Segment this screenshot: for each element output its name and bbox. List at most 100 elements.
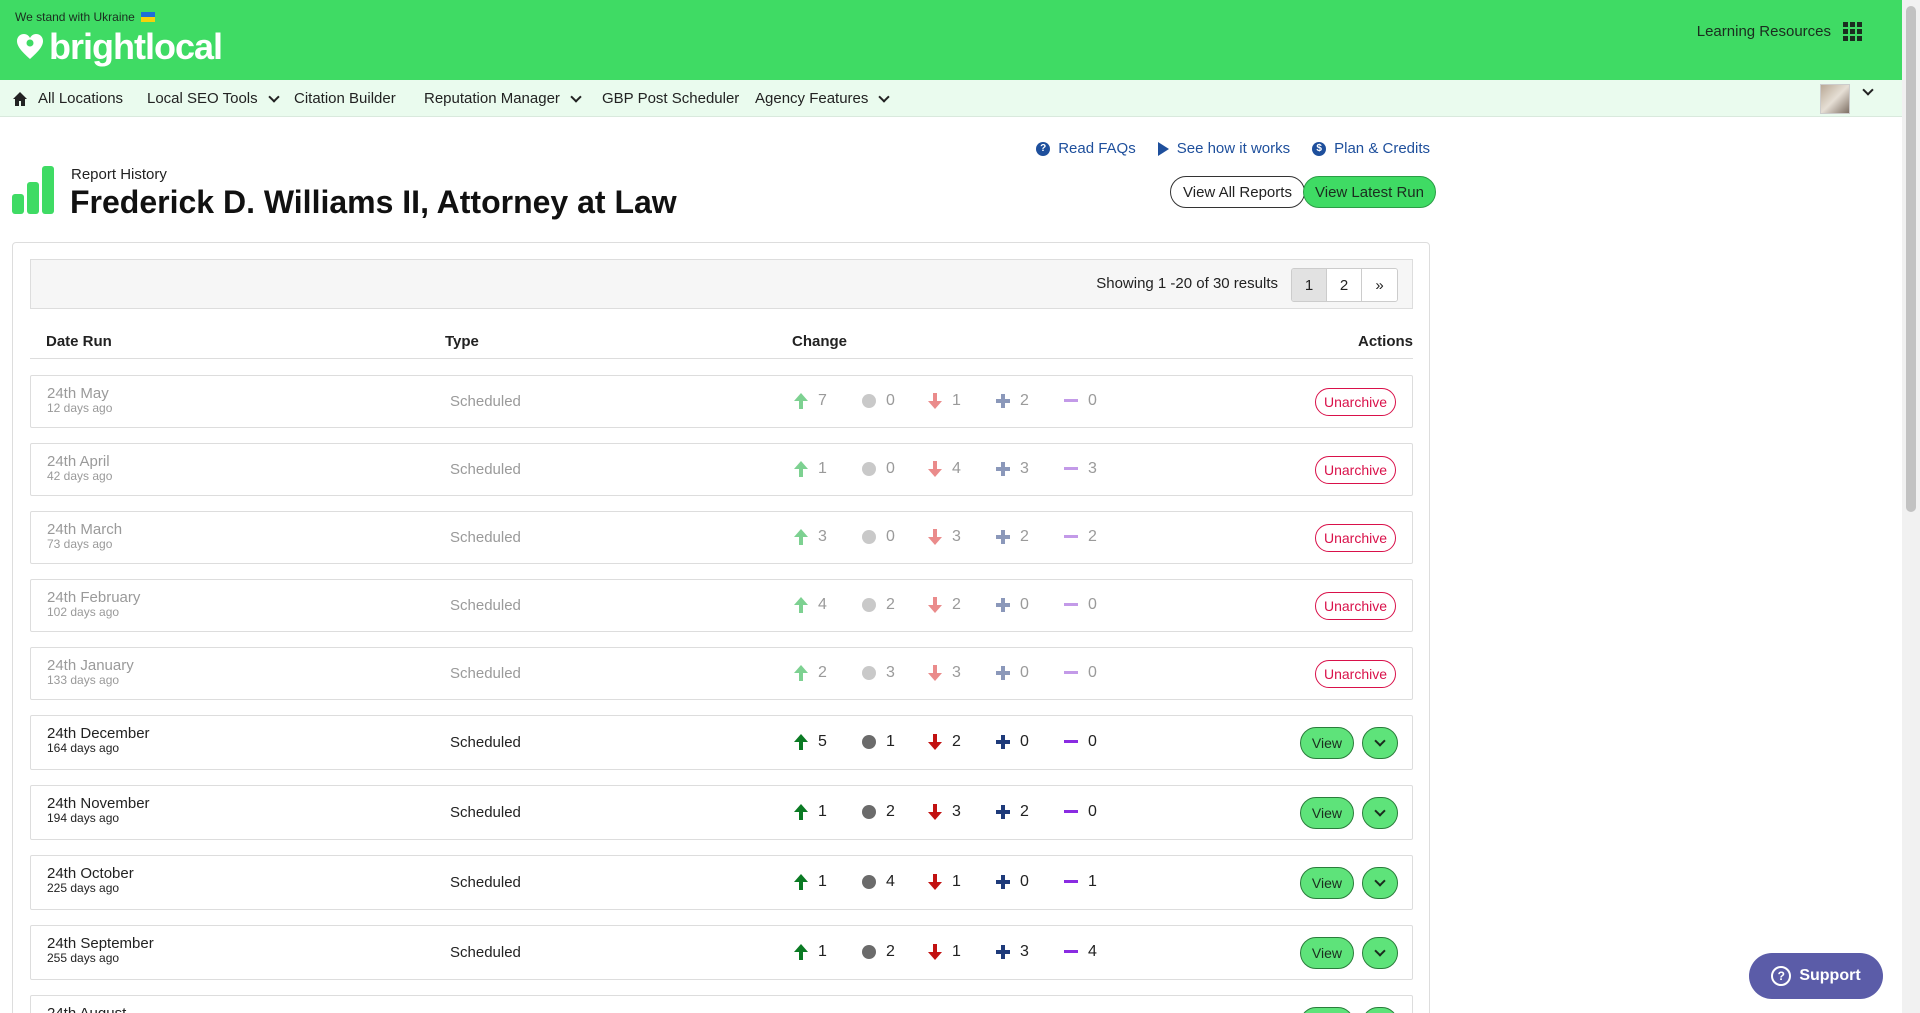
scrollbar[interactable] — [1902, 0, 1920, 1013]
change-same-value: 1 — [886, 733, 895, 750]
arrow-up-icon — [794, 804, 808, 820]
nav-label: Agency Features — [755, 90, 869, 107]
ukraine-banner[interactable]: We stand with Ukraine — [15, 10, 155, 24]
change-down: 2 — [928, 733, 961, 751]
read-faqs-link[interactable]: ? Read FAQs — [1036, 140, 1136, 157]
nav-all-locations[interactable]: All Locations — [12, 80, 123, 117]
change-up-value: 1 — [818, 943, 827, 960]
unarchive-button[interactable]: Unarchive — [1314, 524, 1396, 552]
view-all-reports-button[interactable]: View All Reports — [1170, 176, 1305, 208]
change-up: 2 — [794, 664, 827, 682]
change-same-value: 0 — [886, 528, 895, 545]
learning-resources-menu[interactable]: Learning Resources — [1697, 22, 1862, 41]
user-avatar[interactable] — [1820, 84, 1850, 114]
row-type: Scheduled — [450, 597, 521, 614]
view-latest-run-button[interactable]: View Latest Run — [1303, 176, 1436, 208]
row-ago: 12 days ago — [47, 401, 113, 415]
home-icon — [13, 91, 27, 106]
change-same-value: 3 — [886, 664, 895, 681]
pagination: 1 2 » — [1291, 268, 1398, 302]
change-lost: 1 — [1064, 873, 1097, 891]
page-1-button[interactable]: 1 — [1292, 269, 1327, 301]
change-up: 7 — [794, 392, 827, 410]
no-change-dot-icon — [862, 805, 876, 819]
change-up-value: 2 — [818, 664, 827, 681]
row-type: Scheduled — [450, 461, 521, 478]
change-down-value: 3 — [952, 528, 961, 545]
page-2-button[interactable]: 2 — [1327, 269, 1362, 301]
change-lost-value: 1 — [1088, 873, 1097, 890]
nav-label: Local SEO Tools — [147, 90, 258, 107]
arrow-up-icon — [794, 734, 808, 750]
row-options-button[interactable] — [1362, 937, 1398, 969]
change-lost: 0 — [1064, 596, 1097, 614]
view-report-button[interactable]: View — [1299, 727, 1354, 759]
no-change-dot-icon — [862, 462, 876, 476]
change-down-value: 2 — [952, 596, 961, 613]
change-lost: 0 — [1064, 392, 1097, 410]
unarchive-button[interactable]: Unarchive — [1314, 592, 1396, 620]
learning-resources-label: Learning Resources — [1696, 23, 1831, 40]
row-type: Scheduled — [450, 393, 521, 410]
change-new-value: 0 — [1020, 873, 1029, 890]
brightlocal-logo[interactable]: brightlocal — [15, 26, 223, 68]
see-how-it-works-link[interactable]: See how it works — [1157, 140, 1290, 157]
plus-icon — [996, 598, 1010, 612]
plan-credits-link[interactable]: $ Plan & Credits — [1312, 140, 1430, 157]
row-options-button[interactable] — [1362, 1007, 1398, 1013]
unarchive-button[interactable]: Unarchive — [1314, 660, 1396, 688]
nav-reputation-manager[interactable]: Reputation Manager — [424, 80, 582, 117]
arrow-down-icon — [928, 874, 942, 890]
view-report-button[interactable]: View — [1299, 867, 1354, 899]
minus-icon — [1064, 394, 1078, 408]
dollar-circle-icon: $ — [1312, 141, 1327, 156]
no-change-dot-icon — [862, 875, 876, 889]
row-options-button[interactable] — [1362, 867, 1398, 899]
row-options-button[interactable] — [1362, 727, 1398, 759]
table-row: 24th May 12 days ago Scheduled 7 0 1 2 0 Unarchi… — [30, 375, 1413, 428]
arrow-up-icon — [794, 461, 808, 477]
change-up-value: 5 — [818, 733, 827, 750]
col-change: Change — [792, 333, 848, 350]
logo-text: brightlocal — [49, 26, 223, 67]
change-lost: 0 — [1064, 733, 1097, 751]
change-lost-value: 0 — [1088, 596, 1097, 613]
help-links: ? Read FAQs See how it works $ Plan & Cr… — [1036, 140, 1430, 157]
nav-gbp-post-scheduler[interactable]: GBP Post Scheduler — [602, 80, 739, 117]
change-lost-value: 0 — [1088, 803, 1097, 820]
nav-citation-builder[interactable]: Citation Builder — [294, 80, 396, 117]
view-report-button[interactable]: View — [1299, 797, 1354, 829]
nav-local-seo-tools[interactable]: Local SEO Tools — [147, 80, 280, 117]
change-down-value: 1 — [952, 392, 961, 409]
plus-icon — [996, 945, 1010, 959]
scrollbar-thumb[interactable] — [1906, 6, 1916, 512]
change-lost: 3 — [1064, 460, 1097, 478]
support-button[interactable]: ? Support — [1749, 953, 1883, 999]
plus-icon — [996, 735, 1010, 749]
minus-icon — [1064, 462, 1078, 476]
change-down: 2 — [928, 596, 961, 614]
row-options-button[interactable] — [1362, 797, 1398, 829]
change-new: 0 — [996, 664, 1029, 682]
unarchive-button[interactable]: Unarchive — [1314, 388, 1396, 416]
results-count: Showing 1 -20 of 30 results — [1096, 275, 1278, 292]
nav-agency-features[interactable]: Agency Features — [755, 80, 891, 117]
change-lost-value: 0 — [1088, 392, 1097, 409]
view-report-button[interactable]: View — [1299, 937, 1354, 969]
change-new: 2 — [996, 803, 1029, 821]
change-up: 1 — [794, 873, 827, 891]
view-report-button[interactable]: View — [1299, 1007, 1354, 1013]
next-pages-button[interactable]: » — [1362, 269, 1397, 301]
change-up: 4 — [794, 596, 827, 614]
change-down: 1 — [928, 392, 961, 410]
change-lost: 0 — [1064, 664, 1097, 682]
plus-icon — [996, 875, 1010, 889]
change-down-value: 4 — [952, 460, 961, 477]
row-date: 24th February — [47, 589, 141, 606]
change-down: 3 — [928, 664, 961, 682]
minus-icon — [1064, 735, 1078, 749]
col-type: Type — [445, 333, 479, 350]
change-up: 1 — [794, 943, 827, 961]
unarchive-button[interactable]: Unarchive — [1314, 456, 1396, 484]
account-chevron-down-icon[interactable] — [1862, 84, 1874, 96]
